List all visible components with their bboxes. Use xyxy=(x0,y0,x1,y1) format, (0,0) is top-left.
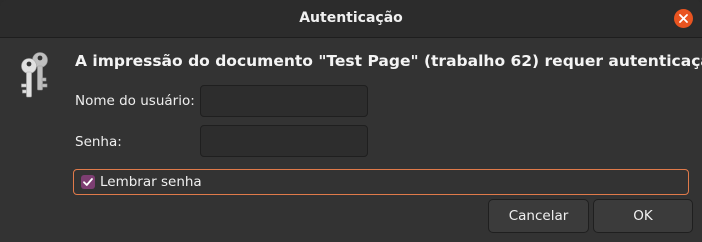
auth-heading: A impressão do documento "Test Page" (tr… xyxy=(75,52,702,70)
cancel-button[interactable]: Cancelar xyxy=(488,199,589,233)
remember-password-label[interactable]: Lembrar senha xyxy=(100,174,202,190)
auth-dialog: Autenticação A impressão do documento "T… xyxy=(0,0,702,242)
close-icon xyxy=(679,14,688,23)
password-field[interactable] xyxy=(200,125,368,157)
username-field[interactable] xyxy=(200,85,368,117)
keys-icon xyxy=(21,52,48,98)
username-label: Nome do usuário: xyxy=(75,93,195,109)
ok-button[interactable]: OK xyxy=(593,199,693,233)
remember-password-checkbox[interactable]: Lembrar senha xyxy=(73,169,689,195)
close-button[interactable] xyxy=(674,9,693,28)
checkmark-icon xyxy=(83,178,93,186)
titlebar[interactable]: Autenticação xyxy=(0,0,702,38)
checkbox-checked[interactable] xyxy=(81,175,95,189)
password-label: Senha: xyxy=(75,134,122,150)
window-title: Autenticação xyxy=(299,10,403,26)
